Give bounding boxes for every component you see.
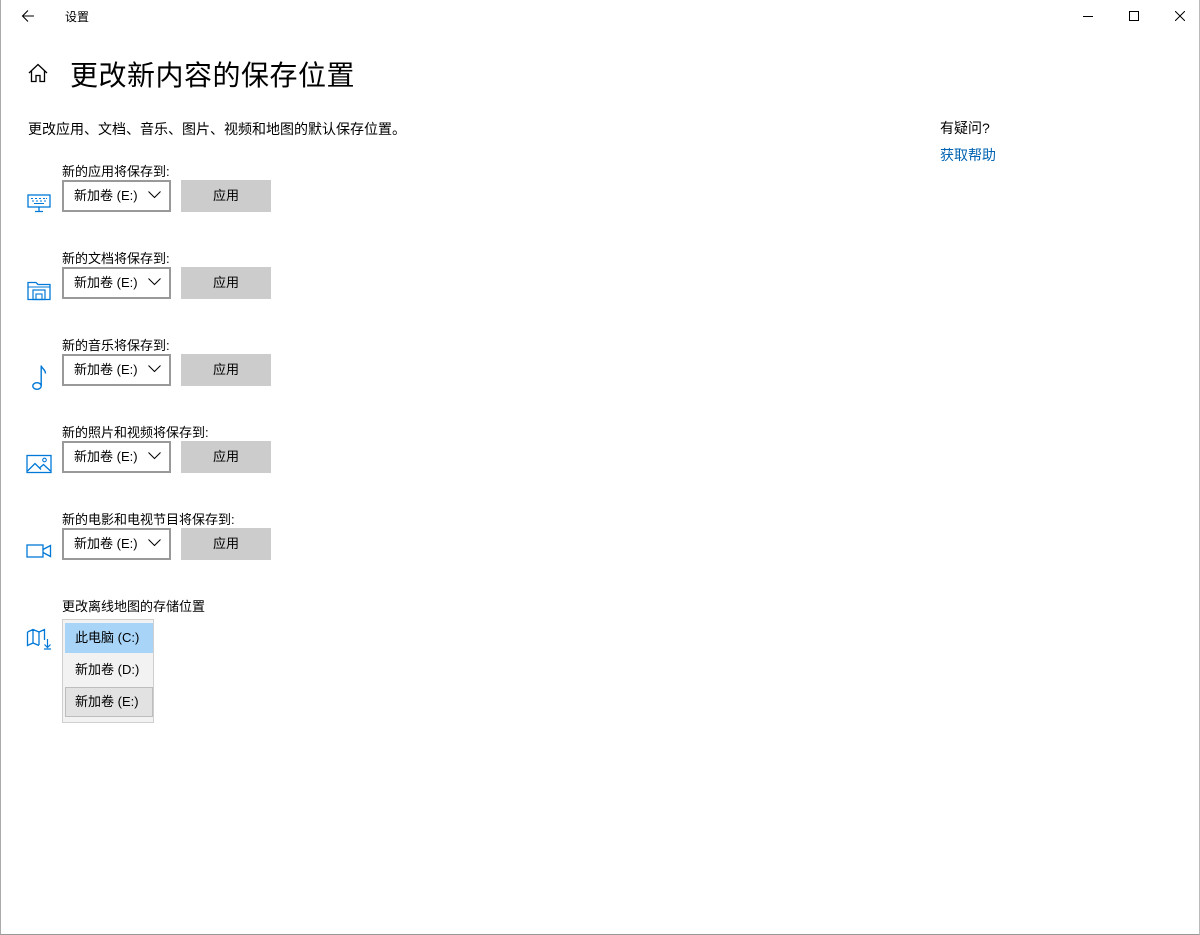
monitor-icon — [26, 190, 52, 216]
select-value: 新加卷 (E:) — [74, 449, 138, 464]
chevron-down-icon — [148, 278, 161, 286]
music-save-section: 新的音乐将保存到: 新加卷 (E:) 应用 — [1, 335, 401, 415]
title-bar: 设置 — [1, 0, 1199, 32]
select-value: 新加卷 (E:) — [74, 188, 138, 203]
music-apply-button[interactable]: 应用 — [181, 354, 271, 386]
apps-drive-select[interactable]: 新加卷 (E:) — [62, 180, 171, 212]
minimize-button[interactable] — [1065, 0, 1111, 32]
documents-drive-select[interactable]: 新加卷 (E:) — [62, 267, 171, 299]
chevron-down-icon — [148, 365, 161, 373]
movies-apply-button[interactable]: 应用 — [181, 528, 271, 560]
dropdown-option-d[interactable]: 新加卷 (D:) — [65, 655, 153, 685]
page-description: 更改应用、文档、音乐、图片、视频和地图的默认保存位置。 — [28, 121, 406, 137]
section-label: 新的电影和电视节目将保存到: — [62, 512, 235, 527]
close-button[interactable] — [1157, 0, 1200, 32]
maps-drive-dropdown[interactable]: 此电脑 (C:) 新加卷 (D:) 新加卷 (E:) — [62, 619, 154, 723]
picture-icon — [26, 451, 52, 477]
chevron-down-icon — [148, 191, 161, 199]
section-label: 新的应用将保存到: — [62, 164, 170, 179]
section-label: 更改离线地图的存储位置 — [62, 599, 206, 614]
movies-drive-select[interactable]: 新加卷 (E:) — [62, 528, 171, 560]
close-icon — [1175, 11, 1185, 21]
music-note-icon — [26, 364, 52, 391]
chevron-down-icon — [148, 452, 161, 460]
page-title: 更改新内容的保存位置 — [70, 60, 356, 91]
dropdown-option-e[interactable]: 新加卷 (E:) — [65, 687, 153, 717]
home-icon — [28, 63, 48, 83]
chevron-down-icon — [148, 539, 161, 547]
maximize-button[interactable] — [1111, 0, 1157, 32]
photos-apply-button[interactable]: 应用 — [181, 441, 271, 473]
select-value: 新加卷 (E:) — [74, 362, 138, 377]
apps-save-section: 新的应用将保存到: 新加卷 (E:) 应用 — [1, 161, 401, 241]
settings-window: 设置 更改新内容的保存位置 更改应用、文档、音乐、图片、视频和地图的默认保存位置… — [0, 0, 1200, 935]
documents-apply-button[interactable]: 应用 — [181, 267, 271, 299]
video-camera-icon — [26, 538, 52, 564]
movies-save-section: 新的电影和电视节目将保存到: 新加卷 (E:) 应用 — [1, 509, 401, 589]
home-button[interactable] — [27, 62, 49, 84]
get-help-link[interactable]: 获取帮助 — [940, 145, 996, 165]
documents-save-section: 新的文档将保存到: 新加卷 (E:) 应用 — [1, 248, 401, 328]
back-arrow-icon — [21, 10, 34, 22]
minimize-icon — [1083, 16, 1093, 17]
photos-drive-select[interactable]: 新加卷 (E:) — [62, 441, 171, 473]
music-drive-select[interactable]: 新加卷 (E:) — [62, 354, 171, 386]
select-value: 新加卷 (E:) — [74, 275, 138, 290]
select-value: 新加卷 (E:) — [74, 536, 138, 551]
photos-save-section: 新的照片和视频将保存到: 新加卷 (E:) 应用 — [1, 422, 401, 502]
documents-folder-icon — [26, 277, 52, 303]
apps-apply-button[interactable]: 应用 — [181, 180, 271, 212]
help-question: 有疑问? — [940, 120, 990, 136]
section-label: 新的文档将保存到: — [62, 251, 170, 266]
map-download-icon — [26, 626, 52, 652]
section-label: 新的音乐将保存到: — [62, 338, 170, 353]
dropdown-option-c[interactable]: 此电脑 (C:) — [65, 623, 153, 653]
maps-storage-section: 更改离线地图的存储位置 — [1, 596, 401, 676]
maximize-icon — [1129, 11, 1139, 21]
window-title: 设置 — [65, 10, 90, 24]
section-label: 新的照片和视频将保存到: — [62, 425, 209, 440]
back-button[interactable] — [9, 0, 47, 32]
